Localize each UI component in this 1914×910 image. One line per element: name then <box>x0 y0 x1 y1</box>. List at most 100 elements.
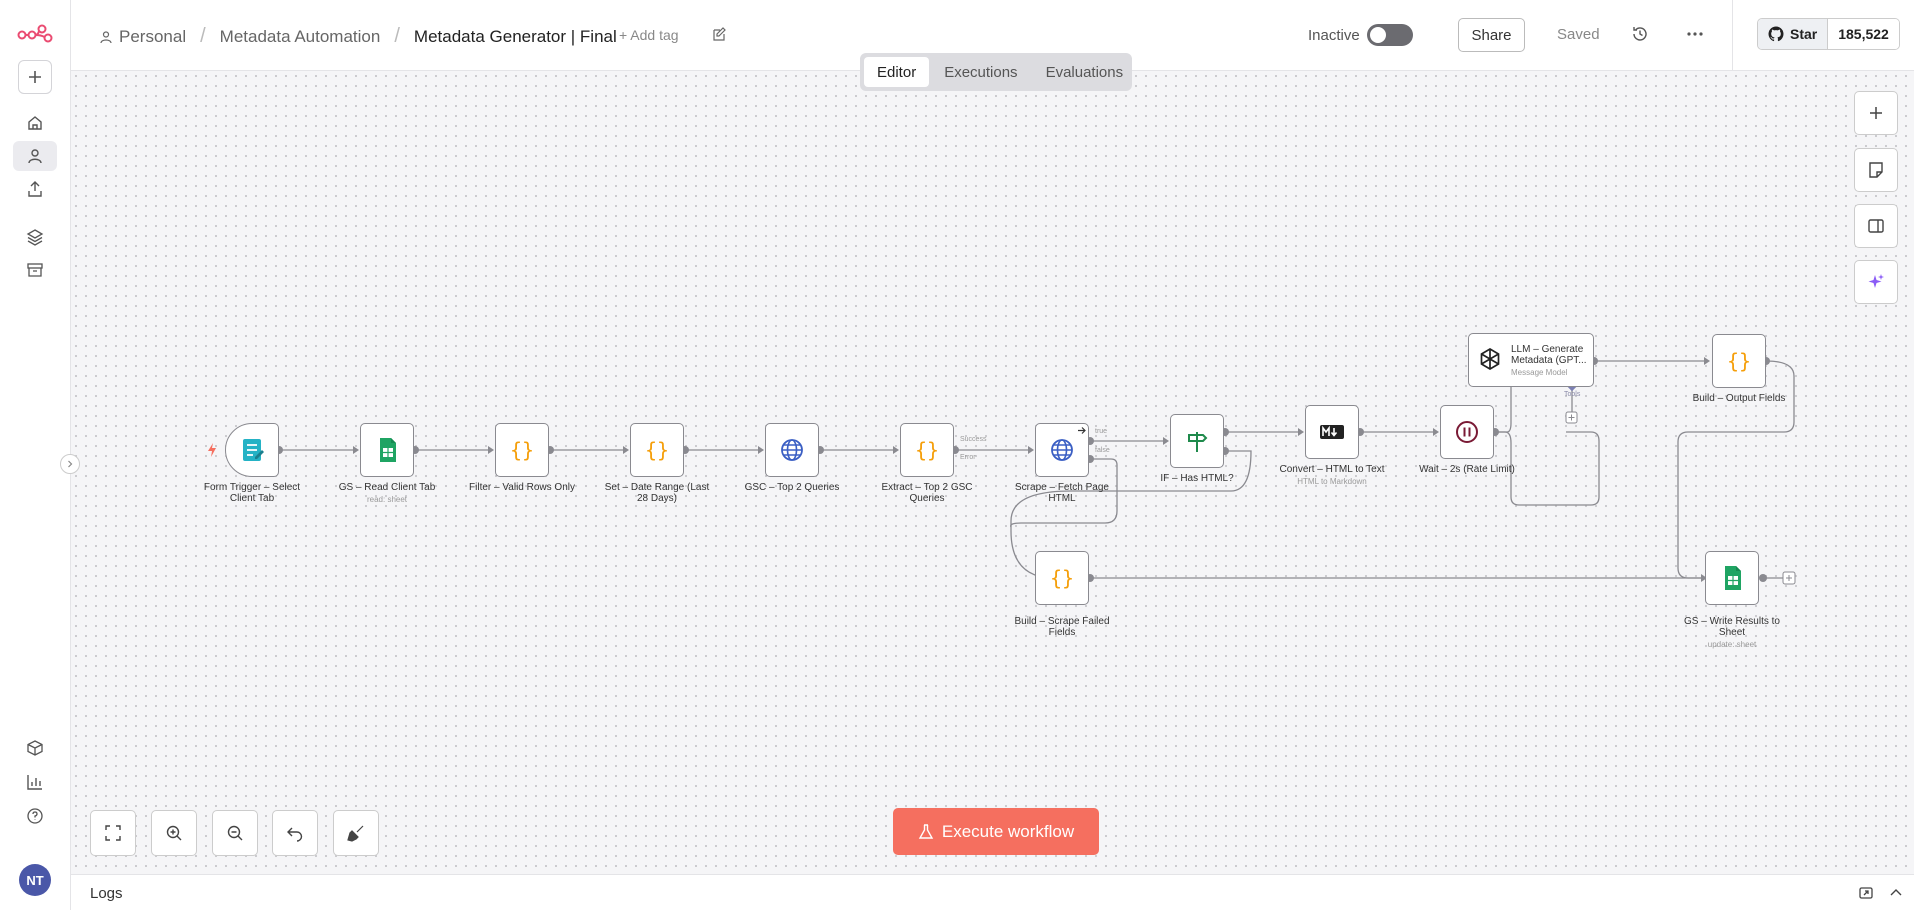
tab-evaluations[interactable]: Evaluations <box>1033 57 1137 87</box>
pause-icon <box>1456 421 1478 443</box>
execute-workflow-label: Execute workflow <box>941 821 1075 841</box>
node-label: LLM – Generate Metadata (GPT... <box>1511 343 1587 366</box>
node-scrape[interactable] <box>1035 423 1089 477</box>
workflow-canvas[interactable]: Success Error true false Form Trigger – … <box>60 71 1914 874</box>
edit-icon[interactable] <box>712 27 727 42</box>
node-label: IF – Has HTML? <box>1160 473 1234 484</box>
create-button[interactable] <box>18 60 52 94</box>
globe-icon <box>1051 439 1073 461</box>
view-tabs: Editor Executions Evaluations <box>860 53 1132 91</box>
sidebar-item-shared[interactable] <box>13 174 57 204</box>
layers-icon <box>26 229 44 246</box>
node-extract[interactable]: {} <box>900 423 954 477</box>
node-subtitle: update: sheet <box>1707 640 1757 649</box>
plus-icon <box>1870 107 1882 119</box>
more-options-icon[interactable] <box>1685 25 1705 43</box>
save-status: Saved <box>1557 26 1600 43</box>
user-icon <box>28 149 42 164</box>
zoom-in-button[interactable] <box>151 810 197 856</box>
fit-view-button[interactable] <box>90 810 136 856</box>
logs-panel[interactable]: Logs <box>71 874 1914 910</box>
node-llm-generate[interactable]: LLM – Generate Metadata (GPT... Message … <box>1468 333 1594 387</box>
maximize-icon <box>105 825 121 841</box>
sidebar-item-archive[interactable] <box>13 255 57 285</box>
n8n-logo-icon[interactable] <box>17 20 53 46</box>
sidebar-item-overview[interactable] <box>13 108 57 138</box>
node-label: Extract – Top 2 GSC Queries <box>881 482 973 504</box>
flask-icon <box>918 823 934 839</box>
node-label: GS – Write Results to Sheet <box>1684 616 1780 638</box>
home-icon <box>28 116 42 130</box>
node-gs-read[interactable] <box>360 423 414 477</box>
workflow-name[interactable]: Metadata Generator | Final <box>414 27 617 47</box>
broom-icon <box>347 825 364 842</box>
sticky-note-icon <box>1869 162 1883 178</box>
left-sidebar: NT <box>0 0 71 910</box>
breadcrumb-separator: / <box>200 25 206 47</box>
user-icon <box>100 30 112 43</box>
node-wait[interactable] <box>1440 405 1494 459</box>
node-label: Filter – Valid Rows Only <box>469 482 575 493</box>
add-tag-button[interactable]: + Add tag <box>619 27 679 43</box>
arrow-right-icon <box>1078 427 1086 434</box>
sidebar-item-templates[interactable] <box>13 222 57 252</box>
chevron-up-icon[interactable] <box>1888 885 1904 901</box>
undo-icon <box>287 827 303 842</box>
add-sticky-note-button[interactable] <box>1854 148 1898 192</box>
help-icon <box>27 808 43 824</box>
github-star-widget[interactable]: Star 185,522 <box>1757 18 1900 50</box>
github-icon <box>1768 26 1784 42</box>
node-set-date[interactable]: {} <box>630 423 684 477</box>
node-convert[interactable] <box>1305 405 1359 459</box>
markdown-icon <box>1320 425 1344 439</box>
pop-out-icon[interactable] <box>1858 885 1874 901</box>
node-label: GS – Read Client Tab <box>338 482 436 493</box>
logs-label: Logs <box>90 885 123 902</box>
node-label: Form Trigger – Select Client Tab <box>203 482 301 504</box>
zoom-out-icon <box>227 825 243 841</box>
breadcrumb-folder[interactable]: Metadata Automation <box>220 27 381 47</box>
active-toggle[interactable] <box>1367 24 1413 46</box>
tab-executions[interactable]: Executions <box>931 57 1030 87</box>
node-subtitle: HTML to Markdown <box>1297 477 1367 486</box>
node-build-output[interactable]: {} <box>1712 334 1766 388</box>
avatar[interactable]: NT <box>19 864 51 896</box>
package-icon <box>27 740 43 756</box>
tidy-up-button[interactable] <box>333 810 379 856</box>
code-braces-icon: {} <box>1727 349 1751 373</box>
svg-text:{}: {} <box>645 438 669 462</box>
node-label: Wait – 2s (Rate Limit) <box>1419 464 1515 475</box>
toggle-panel-button[interactable] <box>1854 204 1898 248</box>
node-filter[interactable]: {} <box>495 423 549 477</box>
ai-assistant-button[interactable] <box>1854 260 1898 304</box>
history-icon[interactable] <box>1631 25 1649 43</box>
node-label: Build – Scrape Failed Fields <box>1014 616 1110 638</box>
node-gs-write[interactable] <box>1705 551 1759 605</box>
tools-connector-label: Tools <box>1564 391 1581 398</box>
svg-text:{}: {} <box>1050 566 1074 590</box>
zoom-in-icon <box>166 825 182 841</box>
node-gsc[interactable] <box>765 423 819 477</box>
tab-editor[interactable]: Editor <box>864 57 930 87</box>
zoom-out-button[interactable] <box>212 810 258 856</box>
sidebar-item-whats-new[interactable] <box>13 733 57 763</box>
execute-workflow-button[interactable]: Execute workflow <box>893 808 1099 855</box>
sidebar-item-insights[interactable] <box>13 767 57 797</box>
google-sheets-icon <box>380 438 396 462</box>
github-star-button[interactable]: Star <box>1758 19 1829 49</box>
panel-right-icon <box>1868 219 1884 233</box>
add-node-button[interactable] <box>1854 91 1898 135</box>
code-braces-icon: {} <box>915 438 939 462</box>
breadcrumb: Personal / Metadata Automation / Metadat… <box>99 25 617 48</box>
node-if-has-html[interactable] <box>1170 414 1224 468</box>
output-label-false: false <box>1095 447 1110 454</box>
breadcrumb-project[interactable]: Personal <box>119 27 186 47</box>
share-button[interactable]: Share <box>1458 18 1525 52</box>
undo-button[interactable] <box>272 810 318 856</box>
node-build-failed[interactable]: {} <box>1035 551 1089 605</box>
sidebar-item-help[interactable] <box>13 801 57 831</box>
node-form-trigger[interactable] <box>225 423 279 477</box>
svg-text:{}: {} <box>1727 349 1751 373</box>
plus-icon <box>29 71 41 83</box>
sidebar-item-personal[interactable] <box>13 141 57 171</box>
